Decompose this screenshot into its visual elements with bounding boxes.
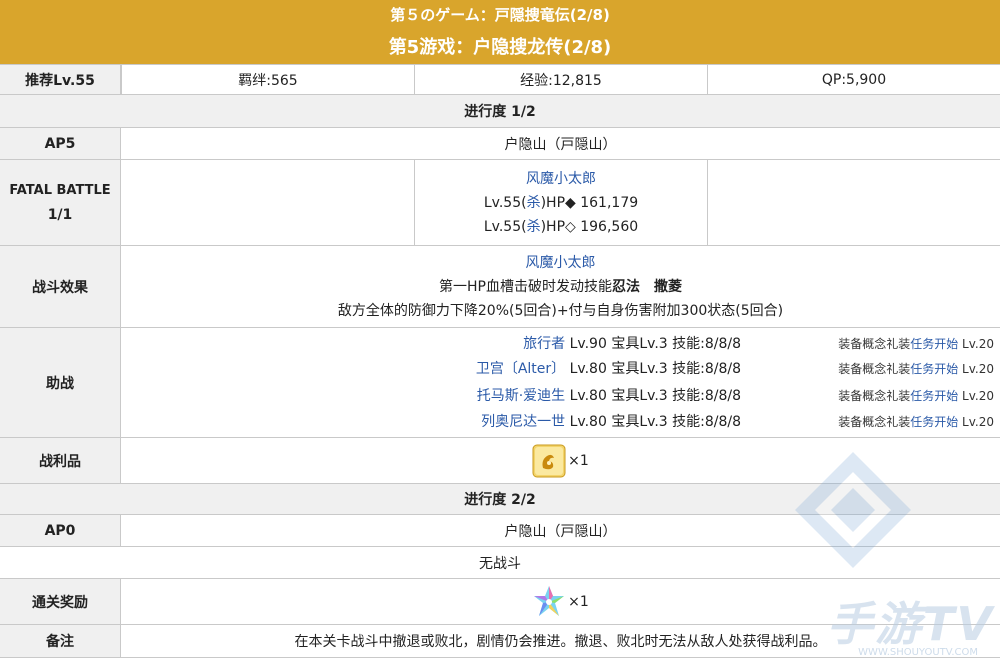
reward-label: 通关奖励 — [0, 579, 121, 624]
watermark-diamond-icon — [795, 452, 911, 568]
enemy-class-link[interactable]: 杀 — [527, 195, 541, 211]
support-servant-link[interactable]: 卫宫〔Alter〕 — [476, 361, 565, 377]
ap0-label: AP0 — [0, 515, 121, 546]
effect-line-2: 敌方全体的防御力下降20%(5回合)+付与自身伤害附加300状态(5回合) — [337, 302, 784, 319]
drops-label: 战利品 — [0, 438, 121, 483]
enemy-left-empty — [121, 160, 414, 245]
effect-trigger-text: 第一HP血槽击破时发动技能 — [439, 278, 612, 295]
bond-value: 羁绊:565 — [121, 65, 414, 94]
support-servant: 卫宫〔Alter〕 Lv.80 宝具Lv.3 技能:8/8/8 — [121, 358, 741, 380]
support-servant: 列奥尼达一世 Lv.80 宝具Lv.3 技能:8/8/8 — [121, 411, 741, 433]
drop-quantity: ×1 — [568, 452, 589, 469]
saint-quartz-icon[interactable] — [532, 585, 566, 619]
watermark-logo: 手游TV — [827, 597, 994, 651]
support-entry: 托马斯·爱迪生 Lv.80 宝具Lv.3 技能:8/8/8 装备概念礼装任务开始 … — [121, 385, 1000, 407]
battle-effect-row: 战斗效果 风魔小太郎 第一HP血槽击破时发动技能忍法 撒菱 敌方全体的防御力下降… — [0, 245, 1000, 327]
support-servant-info: Lv.80 宝具Lv.3 技能:8/8/8 — [565, 414, 741, 430]
enemy-level-prefix-2: Lv.55( — [483, 218, 527, 235]
support-entry: 卫宫〔Alter〕 Lv.80 宝具Lv.3 技能:8/8/8 装备概念礼装任务开… — [121, 358, 1000, 380]
progress1-title-row: 进行度 1/2 — [0, 94, 1000, 127]
enemy-level-prefix: Lv.55( — [483, 194, 527, 211]
gold-item-icon[interactable] — [532, 444, 566, 478]
support-ce-link[interactable]: 任务开始 — [910, 415, 958, 429]
progress1-title: 进行度 1/2 — [464, 104, 536, 120]
fatal-battle-label: FATAL BATTLE 1/1 — [0, 160, 121, 245]
effect-skill-name: 忍法 撒菱 — [611, 278, 682, 295]
notes-label: 备注 — [0, 625, 121, 657]
support-ce-label: 装备概念礼装 — [838, 415, 911, 429]
enemy-card: 风魔小太郎 Lv.55(杀)HP◆ 161,179 Lv.55(杀)HP◇ 19… — [414, 160, 707, 245]
effect-source-link[interactable]: 风魔小太郎 — [525, 254, 595, 272]
support-servant-link[interactable]: 旅行者 — [523, 336, 565, 352]
battle-effect-label: 战斗效果 — [0, 246, 121, 327]
support-ce: 装备概念礼装任务开始 Lv.20 — [838, 358, 994, 380]
support-ce-level: Lv.20 — [958, 389, 994, 403]
support-ce: 装备概念礼装任务开始 Lv.20 — [838, 333, 994, 355]
ap5-row: AP5 户隐山（戸隠山） — [0, 127, 1000, 159]
support-ce-level: Lv.20 — [958, 415, 994, 429]
support-servant: 托马斯·爱迪生 Lv.80 宝具Lv.3 技能:8/8/8 — [121, 385, 741, 407]
fatal-battle-title: FATAL BATTLE — [9, 182, 111, 198]
support-ce-link[interactable]: 任务开始 — [910, 362, 958, 376]
support-entry: 旅行者 Lv.90 宝具Lv.3 技能:8/8/8 装备概念礼装任务开始 Lv.2… — [121, 333, 1000, 355]
support-row: 助战 旅行者 Lv.90 宝具Lv.3 技能:8/8/8 装备概念礼装任务开始 L… — [0, 327, 1000, 437]
support-ce-label: 装备概念礼装 — [838, 362, 911, 376]
enemy-name-link[interactable]: 风魔小太郎 — [526, 170, 596, 188]
battle-effect-body: 风魔小太郎 第一HP血槽击破时发动技能忍法 撒菱 敌方全体的防御力下降20%(5… — [121, 246, 1000, 327]
qp-value: QP:5,900 — [707, 65, 1000, 94]
location-1: 户隐山（戸隠山） — [504, 136, 617, 153]
support-ce-level: Lv.20 — [958, 362, 994, 376]
support-ce: 装备概念礼装任务开始 Lv.20 — [838, 411, 994, 433]
fatal-battle-count: 1/1 — [47, 206, 73, 223]
support-ce-label: 装备概念礼装 — [838, 389, 911, 403]
enemy-right-empty — [707, 160, 1000, 245]
enemy-hp2-value: )HP◇ 196,560 — [540, 218, 639, 235]
support-label: 助战 — [0, 328, 121, 437]
support-servant-info: Lv.90 宝具Lv.3 技能:8/8/8 — [565, 336, 741, 352]
header-title-jp: 第５のゲーム：戸隠捜竜伝(2/8) — [0, 0, 1000, 31]
support-servant-info: Lv.80 宝具Lv.3 技能:8/8/8 — [565, 361, 741, 377]
support-ce: 装备概念礼装任务开始 Lv.20 — [838, 385, 994, 407]
enemy-hp1-value: )HP◆ 161,179 — [540, 194, 639, 211]
support-entry: 列奥尼达一世 Lv.80 宝具Lv.3 技能:8/8/8 装备概念礼装任务开始 L… — [121, 411, 1000, 433]
support-servant-link[interactable]: 列奥尼达一世 — [481, 414, 565, 430]
header-title-cn: 第5游戏：户隐搜龙传(2/8) — [0, 31, 1000, 64]
summary-row: 推荐Lv.55 羁绊:565 经验:12,815 QP:5,900 — [0, 64, 1000, 94]
support-servant-info: Lv.80 宝具Lv.3 技能:8/8/8 — [565, 388, 741, 404]
support-ce-link[interactable]: 任务开始 — [910, 389, 958, 403]
support-ce-level: Lv.20 — [958, 337, 994, 351]
effect-line-1: 第一HP血槽击破时发动技能忍法 撒菱 — [439, 278, 682, 296]
fatal-battle-row: FATAL BATTLE 1/1 风魔小太郎 Lv.55(杀)HP◆ 161,1… — [0, 159, 1000, 245]
support-servant-link[interactable]: 托马斯·爱迪生 — [477, 388, 565, 404]
reward-quantity: ×1 — [568, 593, 589, 610]
recommend-level: 推荐Lv.55 — [0, 65, 121, 94]
support-ce-label: 装备概念礼装 — [838, 337, 911, 351]
support-servant: 旅行者 Lv.90 宝具Lv.3 技能:8/8/8 — [121, 333, 741, 355]
enemy-hp-2: Lv.55(杀)HP◇ 196,560 — [484, 218, 638, 236]
watermark-url: WWW.SHOUYOUTV.COM — [858, 647, 978, 658]
ap5-label: AP5 — [0, 128, 121, 159]
enemy-hp-1: Lv.55(杀)HP◆ 161,179 — [484, 194, 638, 212]
exp-value: 经验:12,815 — [414, 65, 707, 94]
enemy-class-link-2[interactable]: 杀 — [527, 219, 541, 235]
support-ce-link[interactable]: 任务开始 — [910, 337, 958, 351]
